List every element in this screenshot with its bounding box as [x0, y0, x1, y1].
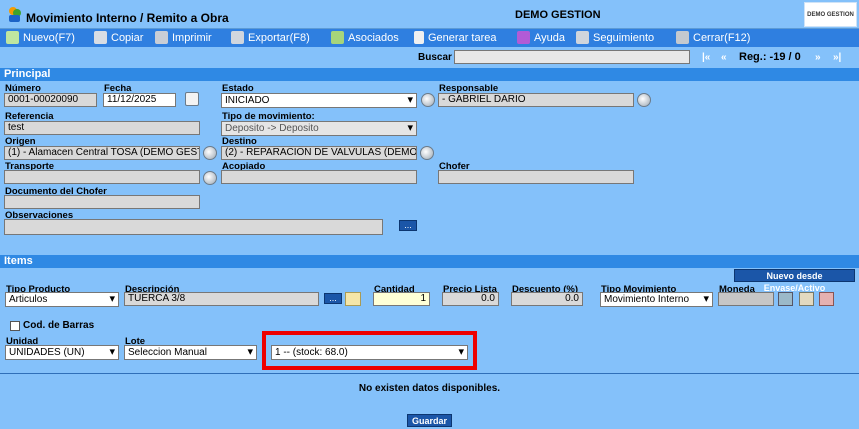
highlight-box — [262, 331, 477, 370]
record-counter: Reg.: -19 / 0 — [739, 51, 801, 63]
new-icon — [6, 31, 19, 44]
associated-icon — [331, 31, 344, 44]
origen-lookup-icon[interactable] — [203, 146, 217, 160]
help-label: Ayuda — [534, 31, 565, 44]
tracking-icon — [576, 31, 589, 44]
help-icon — [517, 31, 530, 44]
help-button[interactable]: Ayuda — [517, 31, 565, 44]
observaciones-field[interactable] — [4, 219, 383, 235]
company-logo: DEMO GESTION — [804, 2, 857, 27]
task-icon — [414, 31, 424, 44]
search-input[interactable] — [454, 50, 690, 64]
app-logo-icon — [7, 5, 22, 23]
new-label: Nuevo(F7) — [23, 31, 75, 44]
last-record-button[interactable]: »| — [833, 52, 841, 63]
estado-select[interactable]: INICIADO — [221, 93, 417, 108]
fecha-field[interactable]: 11/12/2025 — [103, 93, 176, 107]
associated-label: Asociados — [348, 31, 399, 44]
items-section-header: Items — [0, 255, 859, 268]
descuento-field[interactable]: 0.0 — [511, 292, 583, 306]
search-label: Buscar — [418, 52, 452, 63]
tipo-producto-select[interactable]: Articulos — [5, 292, 119, 307]
window-title: Movimiento Interno / Remito a Obra — [26, 11, 229, 25]
documento-chofer-field[interactable] — [4, 195, 200, 209]
export-label: Exportar(F8) — [248, 31, 310, 44]
new-from-container-button[interactable]: Nuevo desde Envase/Activo — [734, 269, 855, 293]
observaciones-expand-button[interactable]: ... — [399, 220, 417, 231]
origen-field[interactable]: (1) - Alamacen Central TOSA (DEMO GESTI — [4, 146, 200, 160]
transporte-field[interactable] — [4, 170, 200, 184]
estado-lookup-icon[interactable] — [421, 93, 435, 107]
acopiado-field[interactable] — [221, 170, 417, 184]
copy-button[interactable]: Copiar — [94, 31, 143, 44]
tipo-movimiento-item-select[interactable]: Movimiento Interno — [600, 292, 713, 307]
edit-item-icon[interactable] — [799, 292, 814, 306]
save-item-icon[interactable] — [778, 292, 793, 306]
destino-lookup-icon[interactable] — [420, 146, 434, 160]
cod-barras-checkbox[interactable] — [10, 321, 20, 331]
tipo-movimiento-select[interactable]: Deposito -> Deposito — [221, 121, 417, 136]
close-icon — [676, 31, 689, 44]
export-button[interactable]: Exportar(F8) — [231, 31, 310, 44]
principal-section-header: Principal — [0, 68, 859, 81]
associated-button[interactable]: Asociados — [331, 31, 399, 44]
next-record-button[interactable]: » — [815, 52, 821, 63]
grid-divider — [0, 373, 859, 374]
referencia-field[interactable]: test — [4, 121, 200, 135]
moneda-field[interactable] — [718, 292, 774, 306]
numero-field: 0001-00020090 — [4, 93, 97, 107]
chofer-field[interactable] — [438, 170, 634, 184]
unidad-select[interactable]: UNIDADES (UN) — [5, 345, 119, 360]
close-button[interactable]: Cerrar(F12) — [676, 31, 750, 44]
responsable-lookup-icon[interactable] — [637, 93, 651, 107]
responsable-field[interactable]: - GABRIEL DARIO — [438, 93, 634, 107]
lote-select[interactable]: Seleccion Manual — [124, 345, 257, 360]
calendar-icon[interactable] — [185, 92, 199, 106]
copy-icon — [94, 31, 107, 44]
copy-label: Copiar — [111, 31, 144, 44]
edit-note-icon[interactable] — [345, 292, 361, 306]
close-label: Cerrar(F12) — [693, 31, 751, 44]
new-button[interactable]: Nuevo(F7) — [6, 31, 75, 44]
destino-field[interactable]: (2) - REPARACION DE VALVULAS (DEMO G — [221, 146, 417, 160]
transporte-lookup-icon[interactable] — [203, 171, 217, 185]
print-label: Imprimir — [172, 31, 212, 44]
save-button[interactable]: Guardar — [407, 414, 452, 427]
prev-record-button[interactable]: « — [721, 52, 727, 63]
descripcion-field[interactable]: TUERCA 3/8 — [124, 292, 319, 306]
first-record-button[interactable]: |« — [702, 52, 710, 63]
cantidad-field[interactable]: 1 — [373, 292, 430, 306]
company-logo-text: DEMO GESTION — [807, 11, 854, 18]
tracking-button[interactable]: Seguimiento — [576, 31, 654, 44]
toolbar: Nuevo(F7) Copiar Imprimir Exportar(F8) A… — [0, 29, 859, 47]
descripcion-search-button[interactable]: ... — [324, 293, 342, 304]
print-icon — [155, 31, 168, 44]
export-icon — [231, 31, 244, 44]
delete-item-icon[interactable] — [819, 292, 834, 306]
precio-lista-field[interactable]: 0.0 — [442, 292, 499, 306]
print-button[interactable]: Imprimir — [155, 31, 212, 44]
empty-grid-message: No existen datos disponibles. — [358, 383, 501, 394]
generate-task-button[interactable]: Generar tarea — [414, 31, 496, 44]
generate-task-label: Generar tarea — [428, 31, 497, 44]
company-name: DEMO GESTION — [515, 9, 601, 21]
cod-barras-label: Cod. de Barras — [23, 320, 95, 331]
tracking-label: Seguimiento — [593, 31, 655, 44]
